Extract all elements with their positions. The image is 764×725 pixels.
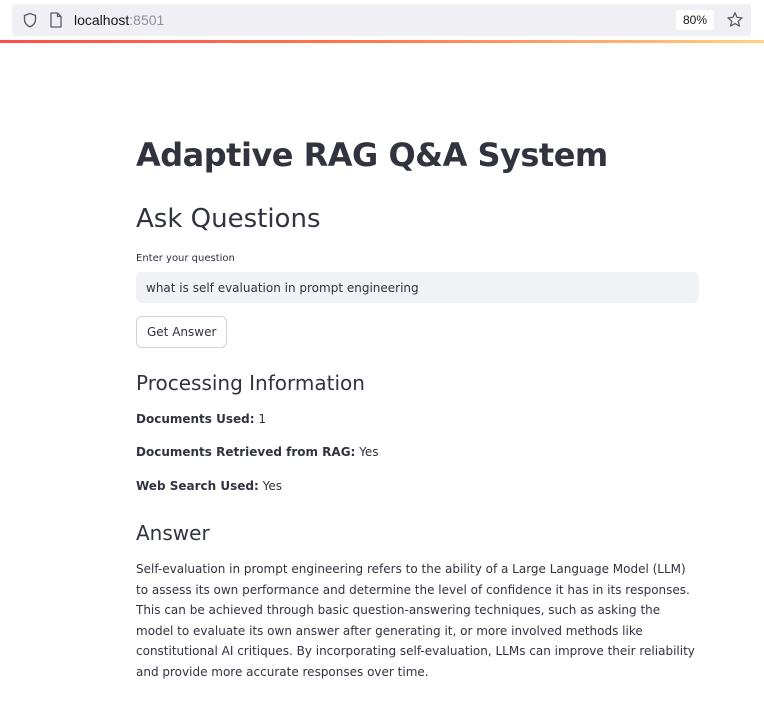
web-search-label: Web Search Used: bbox=[136, 479, 259, 493]
answer-title: Answer bbox=[136, 521, 210, 545]
url-port: :8501 bbox=[129, 12, 165, 28]
documents-used-value: 1 bbox=[258, 412, 266, 426]
documents-used-label: Documents Used: bbox=[136, 412, 255, 426]
documents-rag-value: Yes bbox=[359, 445, 379, 459]
url-text[interactable]: localhost:8501 bbox=[74, 11, 164, 29]
processing-title: Processing Information bbox=[136, 371, 365, 395]
page-title: Adaptive RAG Q&A System bbox=[136, 136, 608, 174]
question-label: Enter your question bbox=[136, 253, 235, 264]
web-search-row: Web Search Used: Yes bbox=[136, 479, 282, 493]
documents-rag-label: Documents Retrieved from RAG: bbox=[136, 445, 356, 459]
top-decoration-bar bbox=[0, 40, 764, 43]
star-icon[interactable] bbox=[726, 11, 744, 29]
page-icon bbox=[50, 12, 62, 28]
documents-used-row: Documents Used: 1 bbox=[136, 412, 266, 426]
address-bar[interactable]: localhost:8501 80% bbox=[12, 4, 751, 36]
section-title-ask: Ask Questions bbox=[136, 204, 321, 234]
url-host: localhost bbox=[74, 12, 130, 28]
documents-rag-row: Documents Retrieved from RAG: Yes bbox=[136, 445, 379, 459]
question-input[interactable] bbox=[136, 272, 699, 303]
answer-text: Self-evaluation in prompt engineering re… bbox=[136, 562, 695, 679]
browser-toolbar: localhost:8501 80% bbox=[0, 0, 764, 44]
zoom-indicator[interactable]: 80% bbox=[676, 10, 714, 30]
web-search-value: Yes bbox=[262, 479, 282, 493]
get-answer-button[interactable]: Get Answer bbox=[136, 316, 228, 348]
shield-icon[interactable] bbox=[22, 12, 38, 28]
